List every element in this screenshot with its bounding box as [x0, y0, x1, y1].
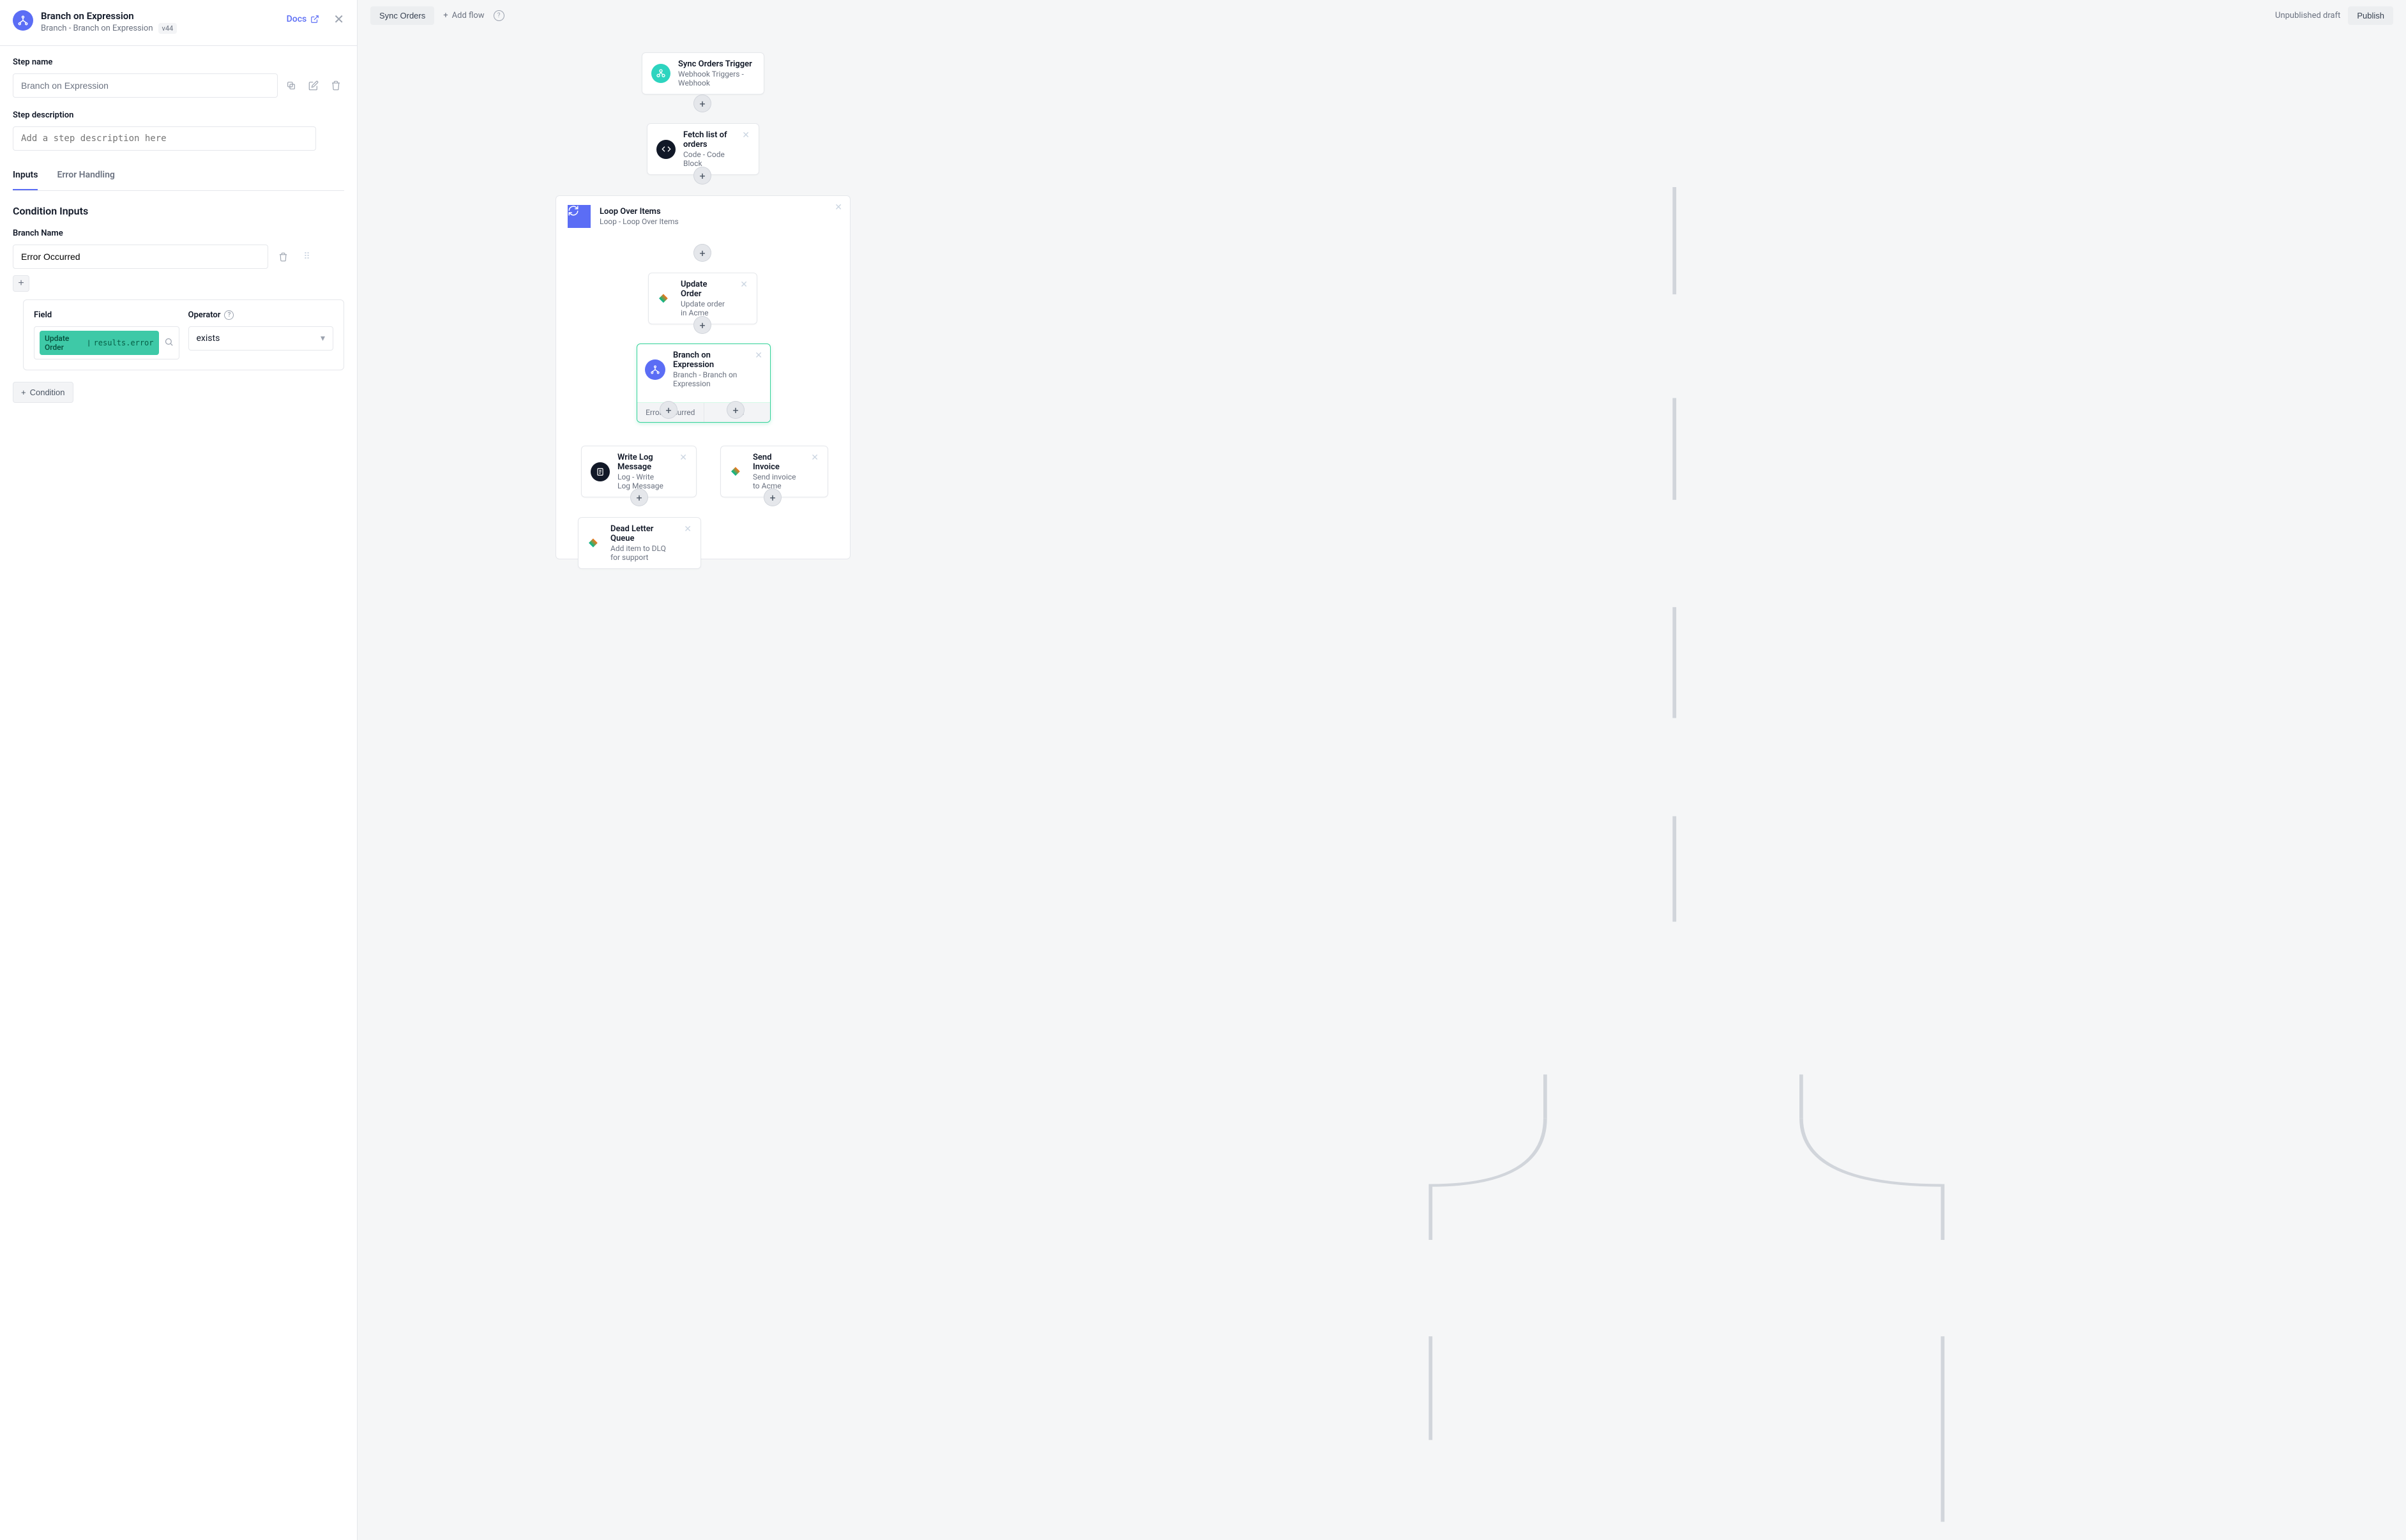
acme-icon	[587, 536, 603, 551]
branch-tabs: Error Occurred Else	[637, 402, 770, 422]
log-icon	[591, 462, 610, 481]
close-icon[interactable]: ✕	[755, 351, 762, 361]
tab-error-handling[interactable]: Error Handling	[57, 163, 114, 190]
step-desc-label: Step description	[13, 110, 344, 120]
panel-header: Branch on Expression Branch - Branch on …	[0, 0, 357, 46]
node-trigger[interactable]: Sync Orders Trigger Webhook Triggers - W…	[642, 52, 764, 94]
trash-icon[interactable]	[327, 76, 344, 95]
webhook-icon	[651, 64, 670, 83]
add-node-button[interactable]: +	[693, 316, 711, 334]
field-tag-chip: Update Order | results.error	[40, 331, 159, 355]
config-tabs: Inputs Error Handling	[13, 163, 344, 191]
search-icon[interactable]	[164, 337, 174, 349]
panel-title: Branch on Expression	[41, 10, 287, 22]
version-badge: v44	[158, 23, 178, 34]
add-condition-button[interactable]: + Condition	[13, 382, 73, 403]
acme-icon	[730, 464, 745, 479]
close-icon[interactable]: ✕	[684, 524, 692, 534]
branch-trash-icon[interactable]	[273, 247, 292, 266]
drag-handle-icon[interactable]: ⠿	[298, 247, 317, 266]
panel-subtitle: Branch - Branch on Expression	[41, 24, 153, 33]
help-icon[interactable]: ?	[224, 310, 234, 320]
field-label: Field	[34, 310, 179, 320]
flow-name-chip[interactable]: Sync Orders	[370, 6, 434, 25]
plus-icon: +	[21, 388, 26, 397]
close-icon[interactable]: ✕	[740, 280, 748, 290]
close-icon[interactable]: ✕	[835, 202, 842, 213]
external-link-icon	[310, 15, 319, 24]
add-node-button[interactable]: +	[727, 401, 745, 419]
plus-icon: +	[443, 11, 448, 20]
draft-status: Unpublished draft	[2275, 11, 2340, 20]
acme-icon	[658, 291, 673, 306]
step-name-input[interactable]	[13, 73, 278, 98]
loop-icon	[568, 205, 591, 228]
node-branch[interactable]: Branch on Expression Branch - Branch on …	[637, 343, 771, 423]
flow-canvas-area: Sync Orders + Add flow ? Unpublished dra…	[358, 0, 2406, 1540]
close-icon[interactable]: ✕	[742, 130, 750, 140]
add-branch-button[interactable]: +	[13, 275, 29, 292]
left-config-panel: Branch on Expression Branch - Branch on …	[0, 0, 358, 1540]
step-name-label: Step name	[13, 57, 344, 67]
close-panel-icon[interactable]: ✕	[333, 13, 344, 26]
add-flow-button[interactable]: + Add flow	[443, 11, 484, 20]
operator-select[interactable]: exists ▾	[188, 326, 334, 351]
branch-name-label: Branch Name	[13, 229, 344, 238]
node-dlq[interactable]: Dead Letter Queue Add item to DLQ for su…	[578, 517, 701, 569]
condition-inputs-title: Condition Inputs	[13, 205, 344, 217]
copy-icon[interactable]	[283, 76, 300, 95]
add-node-button[interactable]: +	[693, 244, 711, 262]
add-node-button[interactable]: +	[693, 167, 711, 185]
add-node-button[interactable]: +	[660, 401, 677, 419]
condition-box: Field Update Order | results.error Opera…	[23, 299, 344, 370]
edit-icon[interactable]	[305, 76, 322, 95]
close-icon[interactable]: ✕	[679, 453, 687, 463]
tab-inputs[interactable]: Inputs	[13, 163, 38, 190]
add-node-button[interactable]: +	[764, 488, 782, 506]
docs-link[interactable]: Docs	[287, 14, 320, 24]
flow-canvas[interactable]: Sync Orders Trigger Webhook Triggers - W…	[358, 31, 2406, 1540]
publish-button[interactable]: Publish	[2348, 6, 2393, 25]
step-desc-input[interactable]	[13, 126, 316, 151]
top-bar: Sync Orders + Add flow ? Unpublished dra…	[358, 0, 2406, 31]
chevron-down-icon: ▾	[321, 333, 325, 343]
branch-name-input[interactable]	[13, 245, 268, 269]
operator-label: Operator ?	[188, 310, 334, 320]
add-node-button[interactable]: +	[630, 488, 648, 506]
branch-icon	[13, 10, 33, 31]
help-icon[interactable]: ?	[494, 10, 504, 21]
close-icon[interactable]: ✕	[811, 453, 819, 463]
code-icon	[656, 140, 676, 159]
field-input[interactable]: Update Order | results.error	[34, 326, 179, 359]
branch-icon	[645, 359, 665, 380]
add-node-button[interactable]: +	[693, 94, 711, 112]
